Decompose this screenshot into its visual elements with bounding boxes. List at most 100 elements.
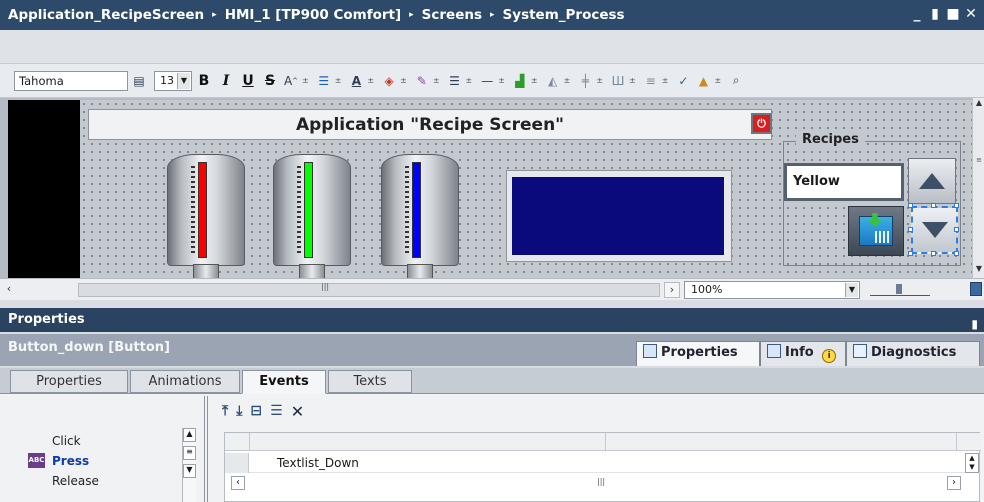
collapse-all-icon[interactable]: ☰ [270,403,283,419]
same-size-icon[interactable]: ≡ [643,72,659,90]
recipe-selection-field[interactable]: Yellow [784,163,904,201]
row-header-cell[interactable] [225,453,249,473]
breadcrumb-screens[interactable]: Screens [422,7,482,23]
arrange-icon[interactable]: ▟ [512,72,528,90]
zoom-select[interactable]: 100% ▼ [684,281,860,299]
selection-handle[interactable] [954,251,959,256]
selection-handle[interactable] [954,227,959,232]
zoom-area-icon[interactable]: ⌕ [728,72,744,90]
subtab-texts[interactable]: Texts [328,370,412,393]
selection-handle[interactable] [954,203,959,208]
selection-handle[interactable] [908,251,913,256]
scroll-grip-icon[interactable]: ||| [597,477,605,486]
power-icon: ⏻ [757,116,766,130]
maximize-icon[interactable]: ■ [946,6,960,22]
event-item-release[interactable]: Release [0,472,180,490]
horizontal-scrollbar[interactable] [78,283,660,297]
font-family-input[interactable]: Tahoma [14,70,128,91]
line-color-icon[interactable]: ✎ [414,72,430,90]
row-spinner-icon[interactable]: ▲ ▼ [965,453,979,473]
selection-handle[interactable] [931,251,936,256]
arrow-down-icon [921,222,948,238]
scroll-left-icon[interactable]: ‹ [2,282,16,298]
scroll-down-icon[interactable]: ▼ [973,264,984,278]
zoom-fit-icon[interactable] [970,282,982,296]
move-down-icon[interactable]: ⤓ [236,403,242,419]
expand-all-icon[interactable]: ⊟ [250,403,262,419]
scroll-left-icon[interactable]: ‹ [231,476,245,490]
zoom-value: 100% [691,283,723,296]
breadcrumb-device[interactable]: HMI_1 [TP900 Comfort] [225,7,401,23]
bold-button[interactable]: B [195,72,213,90]
rotate-icon[interactable]: ◭ [545,72,561,90]
scroll-right-icon[interactable]: › [947,476,961,490]
subtab-properties[interactable]: Properties [10,370,128,393]
scroll-up-icon[interactable]: ▲ [183,428,196,442]
tab-info[interactable]: Info i [760,341,846,366]
power-button[interactable]: ⏻ [751,113,772,134]
font-color-icon[interactable]: A [348,72,364,90]
table-horizontal-scrollbar[interactable]: ‹ ||| › [225,475,965,493]
fill-color-icon[interactable]: ◈ [381,72,397,90]
distribute-icon[interactable]: Ш [610,72,626,90]
selection-handle[interactable] [908,227,913,232]
scroll-up-icon[interactable]: ▲ [973,98,984,112]
breadcrumb-screen[interactable]: System_Process [503,7,625,23]
chevron-down-icon[interactable]: ▼ [845,283,858,297]
italic-button[interactable]: I [217,72,235,90]
align-center-icon[interactable]: ☰ [316,72,332,90]
event-item-click[interactable]: Click [0,432,180,450]
scroll-right-icon[interactable]: › [664,282,680,298]
line-style-icon[interactable]: ☰ [447,72,463,90]
font-size-select[interactable]: 13 ▼ [154,70,192,91]
subtab-animations[interactable]: Animations [130,370,240,393]
breadcrumb-project[interactable]: Application_RecipeScreen [8,7,204,23]
tank-level-bar [304,162,313,258]
font-dialog-icon[interactable]: ▤ [131,72,147,90]
properties-icon [643,344,657,358]
align-objects-icon[interactable]: ╪ [577,72,593,90]
scroll-grip-icon[interactable]: ≡ [183,446,196,460]
line-width-icon[interactable]: — [479,72,495,90]
format-painter-icon[interactable]: ✓ [675,72,691,90]
zoom-slider[interactable] [870,284,930,296]
tab-diagnostics[interactable]: Diagnostics [846,341,980,366]
subtab-events[interactable]: Events [242,370,326,394]
selection-handle[interactable] [908,203,913,208]
tab-properties[interactable]: Properties [636,341,760,366]
recipe-load-button[interactable] [848,206,904,256]
tank[interactable] [167,146,245,280]
recipe-down-button[interactable] [911,206,958,254]
layer-icon[interactable]: ▲ [695,72,711,90]
tank-scale [297,166,301,256]
underline-button[interactable]: U [239,72,257,90]
delete-icon[interactable]: ✕ [291,402,304,421]
event-configured-icon: ABC [28,453,45,468]
table-row[interactable]: Textlist_Down [225,453,981,473]
chevron-down-icon[interactable]: ▼ [177,72,190,89]
event-item-press[interactable]: ABC Press [0,452,180,470]
tank-scale [191,166,195,256]
event-list-scrollbar[interactable]: ▲ ≡ ▼ [182,428,196,502]
move-up-icon[interactable]: ⤒ [222,403,228,419]
font-grow-icon[interactable]: A ^ [283,72,299,90]
pin-icon[interactable]: ▮ [971,312,978,336]
selected-object-name: Button_down [Button] [8,340,170,355]
screen-title-field[interactable]: Application "Recipe Screen" [88,109,772,140]
restore-icon[interactable]: ▮ [928,6,942,22]
pane-splitter[interactable] [204,396,208,502]
scroll-grip-icon[interactable]: ||| [321,282,329,291]
zoom-slider-thumb[interactable] [896,284,902,294]
tank[interactable] [381,146,459,280]
strikethrough-button[interactable]: S [261,72,279,90]
minimize-icon[interactable]: _ [910,6,924,22]
selection-handle[interactable] [931,203,936,208]
scroll-grip-icon[interactable]: ≡ [973,156,984,164]
function-name-cell[interactable]: Textlist_Down [277,456,359,470]
breadcrumb-separator-icon: ▸ [212,10,217,20]
recipe-up-button[interactable] [908,158,956,204]
editor-vertical-scrollbar[interactable]: ▲ ≡ ▼ [972,98,984,278]
close-icon[interactable]: ✕ [964,6,978,22]
tank[interactable] [273,146,351,280]
scroll-down-icon[interactable]: ▼ [183,464,196,478]
